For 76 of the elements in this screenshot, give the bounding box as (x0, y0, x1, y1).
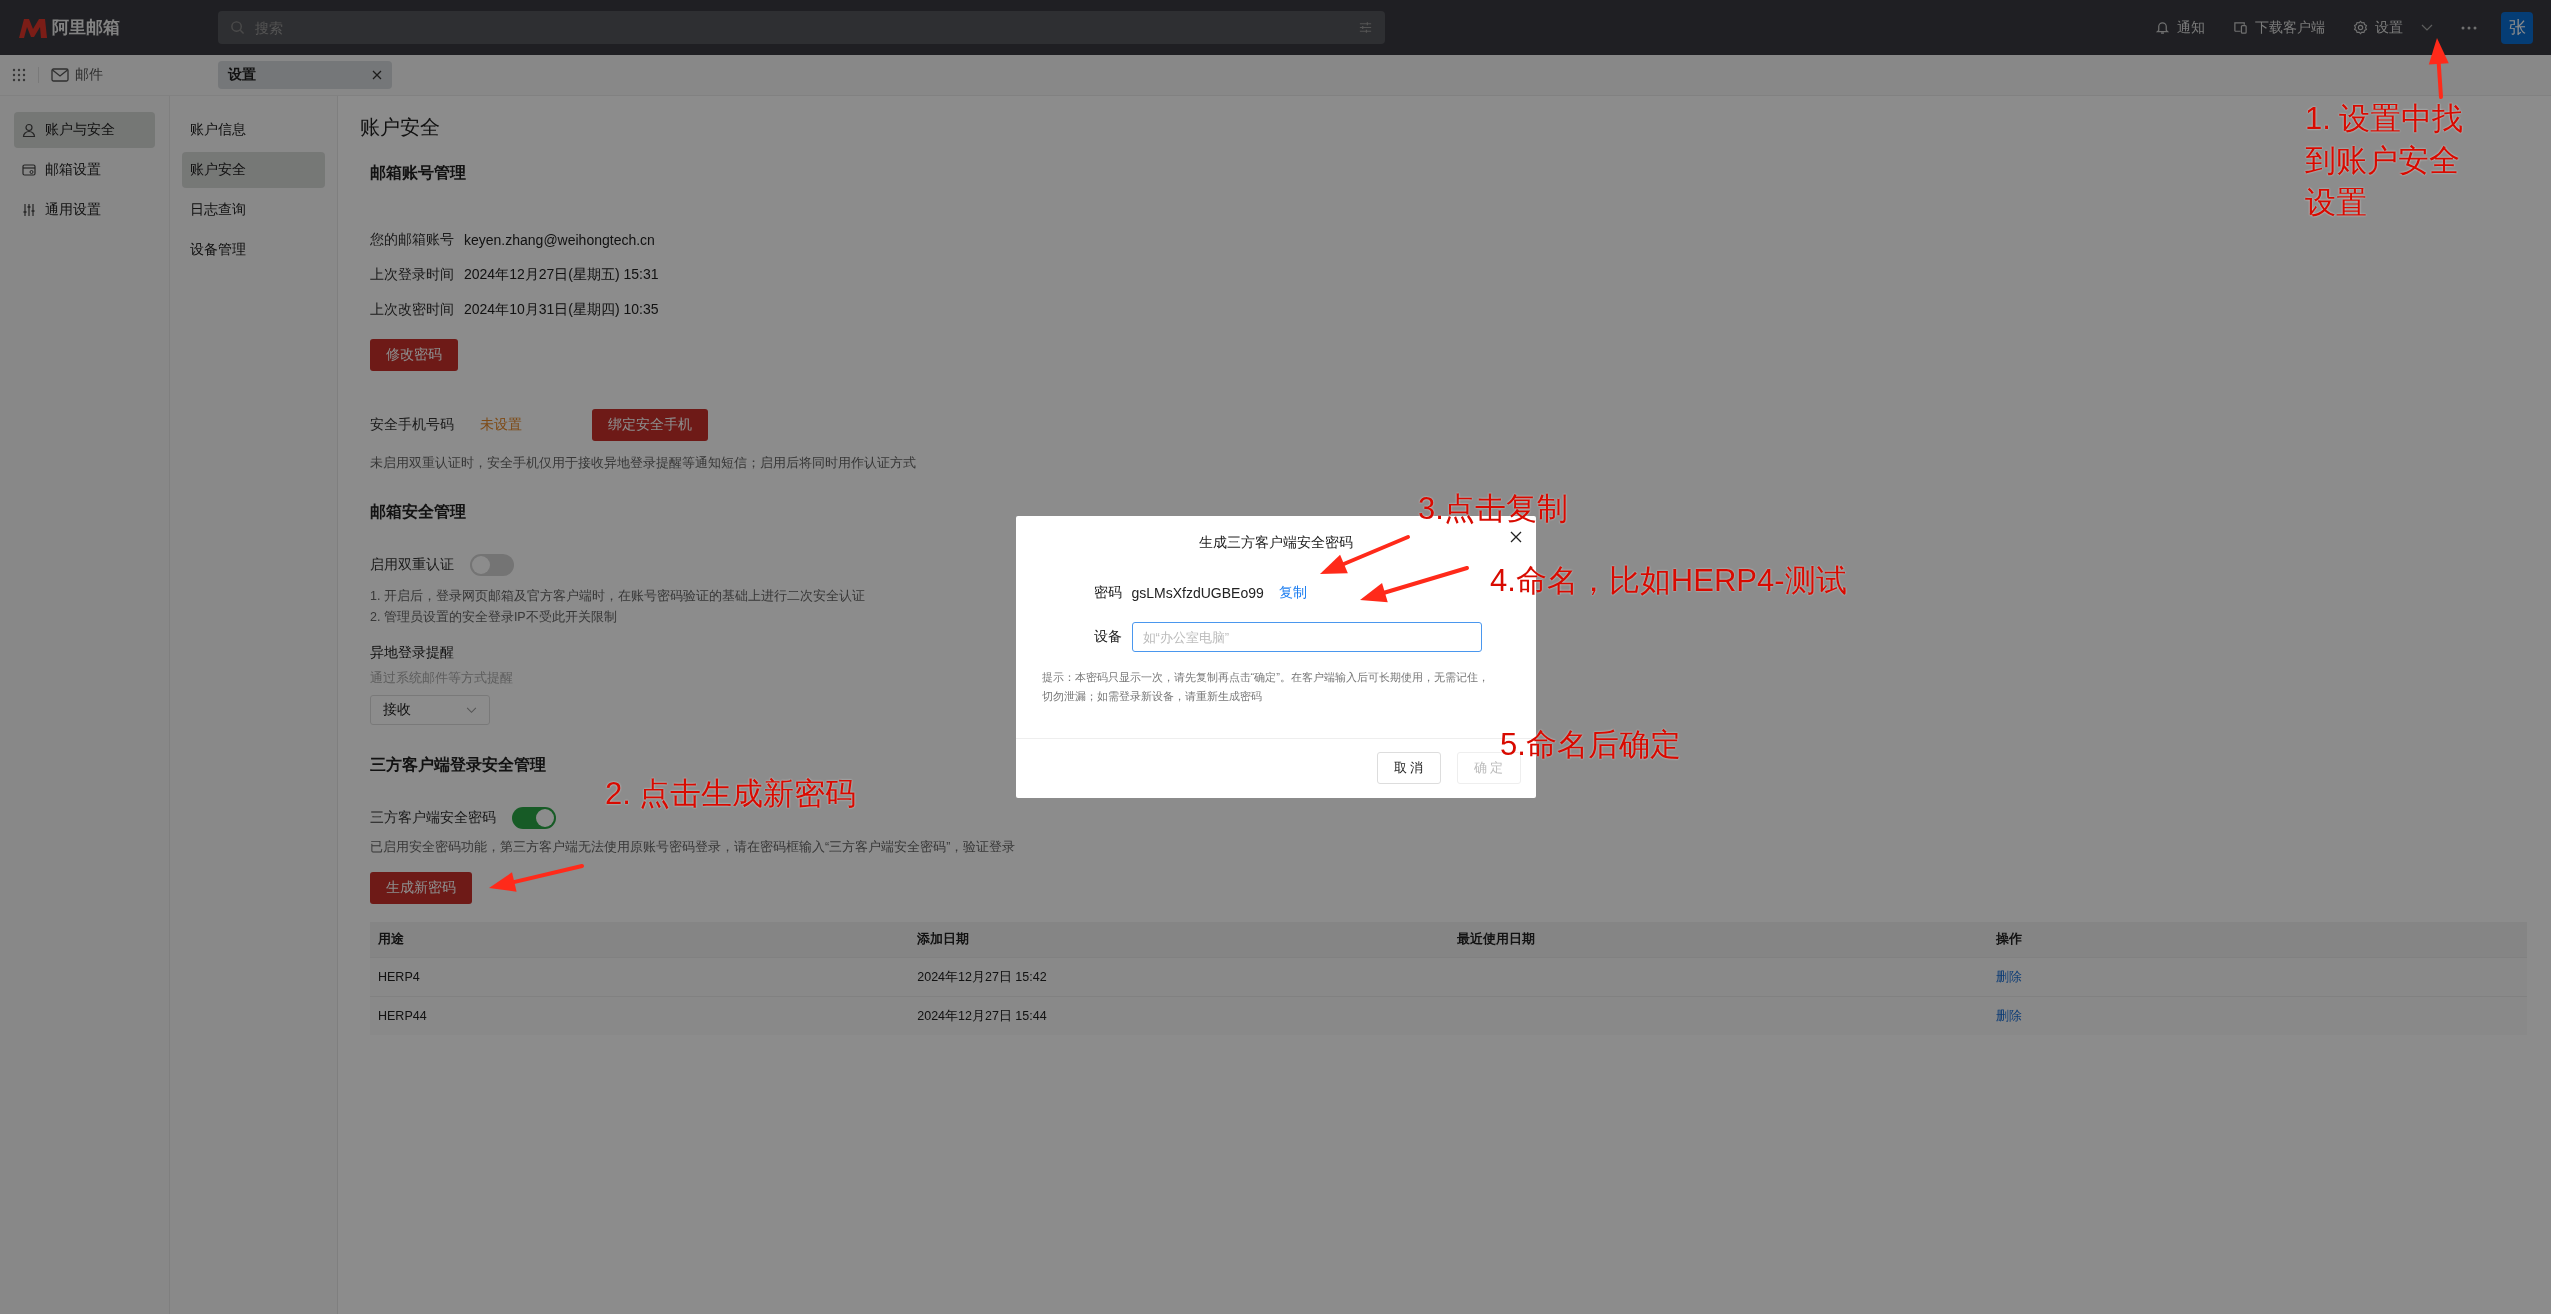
subnav-item[interactable]: 账户信息 (182, 112, 325, 148)
device-input[interactable]: 如“办公室电脑” (1131, 622, 1482, 652)
field-label: 上次登录时间 (370, 265, 454, 284)
column-header: 用途 (377, 931, 405, 948)
close-icon[interactable] (1509, 531, 1522, 543)
section-heading: 邮箱安全管理 (370, 502, 466, 522)
chevron-down-icon (466, 706, 477, 714)
toggle-label: 三方客户端安全密码 (370, 809, 496, 827)
hint-text: 提示：本密码只显示一次，请先复制再点击“确定”。在客户端输入后可长期使用，无需记住，切勿泄漏；如需登录新设备，请重新生成密码 (1041, 670, 1490, 704)
section-heading: 三方客户端登录安全管理 (370, 755, 546, 775)
field-value: keyen.zhang@weihongtech.cn (464, 231, 655, 248)
annotation-text: 1. 设置中找 到账户安全 设置 (2305, 100, 2464, 222)
logo-text: 阿里邮箱 (52, 17, 120, 39)
column-header: 操作 (1994, 931, 2023, 948)
change-password-button[interactable]: 修改密码 (370, 339, 458, 371)
more-icon[interactable] (2461, 25, 2477, 30)
delete-link[interactable]: 删除 (1995, 969, 2022, 984)
phone-status: 未设置 (480, 416, 523, 434)
field-label: 您的邮箱账号 (370, 230, 454, 249)
column-header: 最近使用日期 (1455, 931, 1536, 948)
table-cell-text: 2024年12月27日 15:42 (916, 968, 1048, 986)
column-header: 添加日期 (916, 931, 971, 948)
header-action[interactable]: 下载客户端 (2233, 18, 2325, 37)
field-label: 安全手机号码 (370, 416, 454, 434)
mail-link[interactable]: 邮件 (51, 66, 103, 84)
field-label: 密码 (1092, 584, 1122, 602)
feature-note: 已启用安全密码功能，第三方客户端无法使用原账号密码登录，请在密码框输入“三方客户端安全密码”，验证登录 (370, 839, 1016, 856)
subnav-item[interactable]: 账户安全 (182, 152, 325, 188)
feature-note: 1. 开启后，登录网页邮箱及官方客户端时，在账号密码验证的基础上进行二次安全认证 (370, 588, 865, 605)
toggle-switch[interactable] (470, 554, 514, 576)
settings-tab[interactable]: 设置 (218, 61, 392, 89)
header-action[interactable]: 设置 (2353, 18, 2403, 37)
nav-item[interactable]: 邮箱设置 (14, 152, 155, 188)
subsection-heading: 异地登录提醒 (370, 644, 454, 662)
user-icon (22, 123, 36, 137)
header-action[interactable]: 通知 (2155, 18, 2205, 37)
table-cell-text: HERP4 (377, 970, 421, 984)
nav-item[interactable]: 通用设置 (14, 192, 155, 228)
search-icon (230, 20, 245, 35)
generate-password-button[interactable]: 生成新密码 (370, 872, 472, 904)
field-label: 设备 (1092, 628, 1122, 646)
bind-phone-button[interactable]: 绑定安全手机 (592, 409, 708, 441)
reminder-select[interactable]: 接收 (370, 695, 490, 725)
filter-icon[interactable] (1358, 20, 1373, 35)
field-label: 上次改密时间 (370, 300, 454, 319)
copy-link[interactable]: 复制 (1278, 584, 1307, 602)
delete-link[interactable]: 删除 (1995, 1008, 2022, 1023)
section-heading: 邮箱账号管理 (370, 163, 466, 183)
sliders-icon (22, 203, 36, 217)
toggle-switch[interactable] (512, 807, 556, 829)
settings-icon (2353, 20, 2368, 35)
logo-icon (18, 16, 48, 39)
mailbox-icon (22, 163, 36, 177)
password-value: gsLMsXfzdUGBEo99 (1131, 585, 1264, 601)
annotation-arrow (2428, 38, 2449, 99)
nav-item[interactable]: 账户与安全 (14, 112, 155, 148)
annotation-text: 4.命名，比如HERP4-测试 (1490, 562, 1847, 600)
table-cell-text: 2024年12月27日 15:44 (916, 1007, 1048, 1025)
phone-note: 未启用双重认证时，安全手机仅用于接收异地登录提醒等通知短信；启用后将同时用作认证方式 (370, 455, 916, 472)
table-cell-text: HERP44 (377, 1009, 428, 1023)
toggle-label: 启用双重认证 (370, 556, 454, 574)
field-value: 2024年12月27日(星期五) 15:31 (464, 265, 659, 284)
apps-grid-icon[interactable] (12, 68, 26, 82)
bell-icon (2155, 20, 2170, 35)
devices-icon (2233, 20, 2248, 35)
field-value: 2024年10月31日(星期四) 10:35 (464, 300, 659, 319)
chevron-down-icon[interactable] (2421, 23, 2433, 32)
page-title: 账户安全 (360, 115, 440, 140)
dialog-title: 生成三方客户端安全密码 (1198, 535, 1353, 550)
feature-note: 2. 管理员设置的安全登录IP不受此开关限制 (370, 609, 617, 626)
subnav-item[interactable]: 设备管理 (182, 232, 325, 268)
user-avatar[interactable]: 张 (2501, 11, 2533, 44)
subnav-item[interactable]: 日志查询 (182, 192, 325, 228)
annotation-text: 2. 点击生成新密码 (605, 775, 857, 813)
dialog-button[interactable]: 取 消 (1376, 752, 1441, 784)
mail-icon (51, 68, 69, 82)
